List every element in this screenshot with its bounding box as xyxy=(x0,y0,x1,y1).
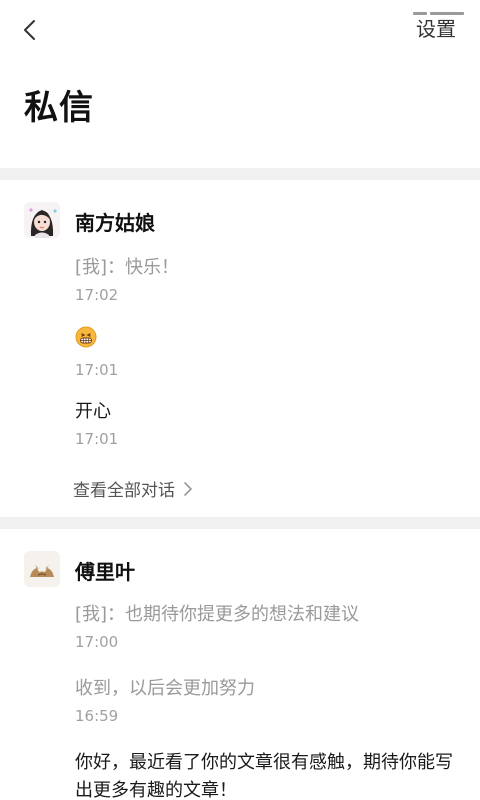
message-time: 17:01 xyxy=(75,430,119,448)
avatar[interactable] xyxy=(24,551,60,587)
status-bar-indicator xyxy=(410,0,468,15)
message-item: [我]：快乐！ 17:02 xyxy=(75,256,455,304)
chevron-left-icon xyxy=(24,20,35,40)
contact-name: 傅里叶 xyxy=(75,560,135,584)
message-text: 开心 xyxy=(75,401,111,422)
private-messages-page: 设置 私信 南方姑娘 [我]：快乐！ 17:02 17:01 开心 17:01 … xyxy=(0,0,480,800)
message-item: 你好，最近看了你的文章很有感触，期待你能写出更多有趣的文章！ xyxy=(75,749,455,800)
settings-button[interactable]: 设置 xyxy=(416,14,456,44)
message-item: 17:01 xyxy=(75,326,455,379)
message-text: [我]：快乐！ xyxy=(75,257,180,278)
page-title: 私信 xyxy=(24,88,94,128)
message-time: 17:01 xyxy=(75,361,119,379)
view-all-label: 查看全部对话 xyxy=(73,481,175,501)
conversation-item[interactable]: 南方姑娘 [我]：快乐！ 17:02 17:01 开心 17:01 查看全部对话 xyxy=(0,180,480,517)
message-text: 收到，以后会更加努力 xyxy=(75,678,255,699)
message-time: 17:00 xyxy=(75,633,119,651)
message-time: 16:59 xyxy=(75,707,119,725)
contact-name: 南方姑娘 xyxy=(75,211,155,235)
chevron-right-icon xyxy=(183,481,193,497)
back-button[interactable] xyxy=(12,12,48,48)
message-item: 收到，以后会更加努力 16:59 xyxy=(75,677,455,725)
conversation-item[interactable]: 傅里叶 [我]：也期待你提更多的想法和建议 17:00 收到，以后会更加努力 1… xyxy=(0,529,480,800)
top-nav-bar: 设置 xyxy=(0,0,480,58)
avatar[interactable] xyxy=(24,202,60,238)
grimace-emoji-icon xyxy=(75,326,455,355)
message-time: 17:02 xyxy=(75,286,119,304)
section-divider xyxy=(0,168,480,180)
cat-avatar-icon xyxy=(24,551,60,587)
message-text: 你好，最近看了你的文章很有感触，期待你能写出更多有趣的文章！ xyxy=(75,752,453,800)
section-divider xyxy=(0,517,480,529)
message-item: [我]：也期待你提更多的想法和建议 17:00 xyxy=(75,603,455,651)
view-all-conversation-link[interactable]: 查看全部对话 xyxy=(73,476,193,501)
message-item: 开心 17:01 xyxy=(75,400,455,448)
girl-avatar-icon xyxy=(24,202,60,238)
message-text: [我]：也期待你提更多的想法和建议 xyxy=(75,604,360,625)
